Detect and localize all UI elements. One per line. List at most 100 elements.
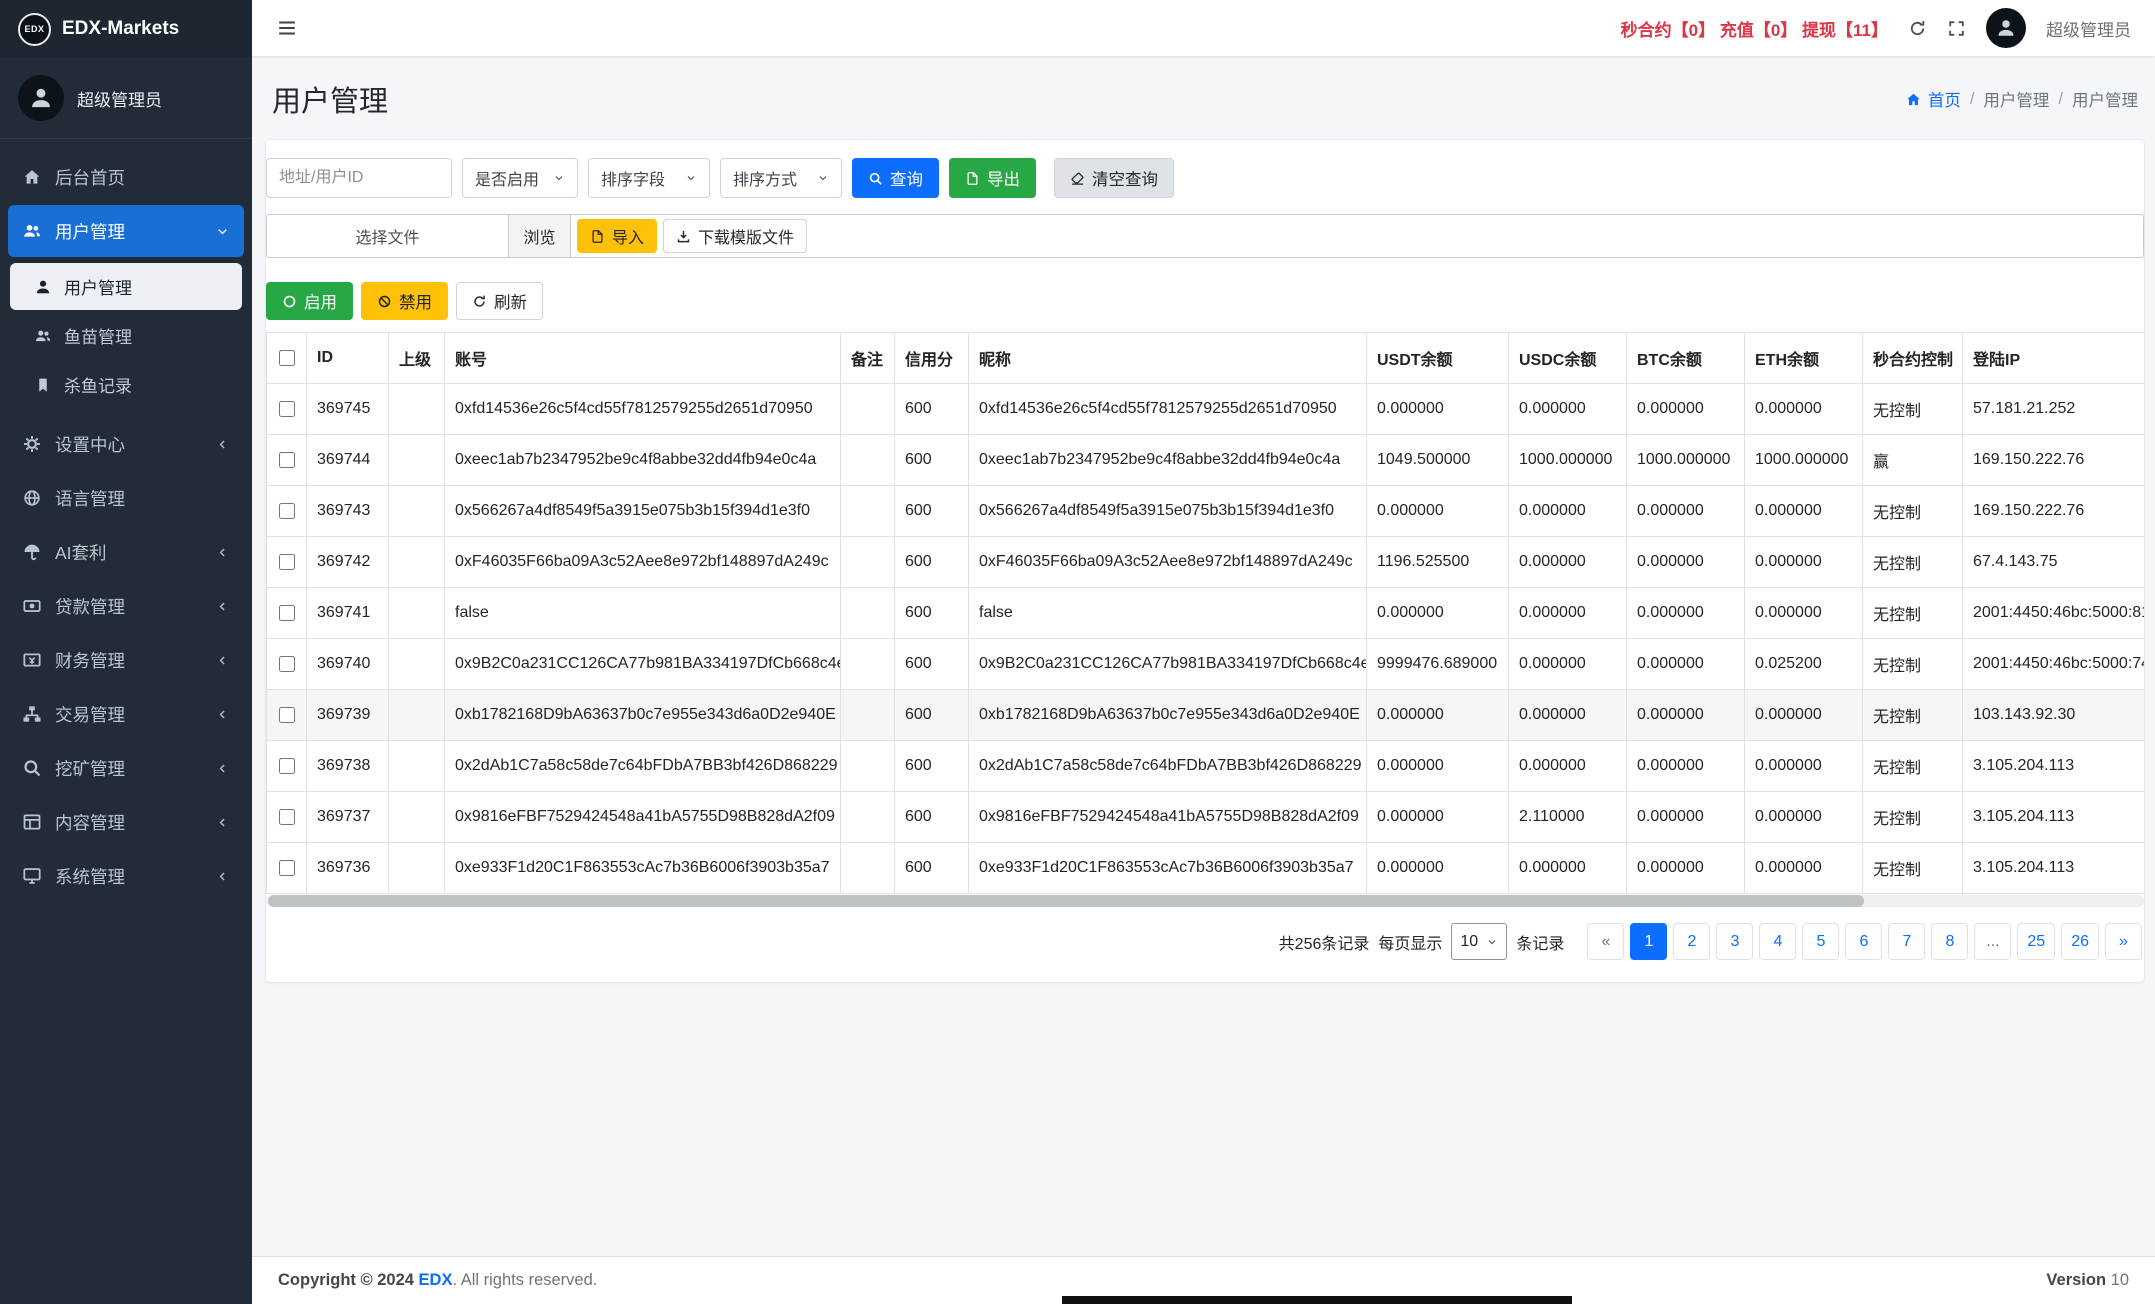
cell-usdt: 1196.525500 xyxy=(1367,537,1509,588)
cell-note xyxy=(841,741,895,792)
sidebar-item-user-management[interactable]: 用户管理 xyxy=(8,205,244,257)
sidebar-item-trade-management[interactable]: 交易管理 xyxy=(8,688,244,740)
cell-btc: 0.000000 xyxy=(1627,741,1745,792)
records-total: 共256条记录 xyxy=(1279,930,1370,954)
sidebar-item-content-management[interactable]: 内容管理 xyxy=(8,796,244,848)
row-select-cell xyxy=(267,486,307,537)
enable-button[interactable]: 启用 xyxy=(266,282,353,320)
row-checkbox[interactable] xyxy=(279,656,295,672)
query-button[interactable]: 查询 xyxy=(852,158,939,198)
per-page-select[interactable]: 10 xyxy=(1451,923,1507,960)
user-table: ID上级账号备注信用分昵称USDT余额USDC余额BTC余额ETH余额秒合约控制… xyxy=(266,332,2144,894)
horizontal-scrollbar-thumb[interactable] xyxy=(268,895,1864,907)
cell-usdc: 1000.000000 xyxy=(1509,435,1627,486)
disable-button[interactable]: 禁用 xyxy=(361,282,448,320)
column-header-0: ID xyxy=(307,333,389,384)
sidebar-item-mining-management[interactable]: 挖矿管理 xyxy=(8,742,244,794)
sidebar-item-finance-management[interactable]: 财务管理 xyxy=(8,634,244,686)
cell-account: 0x9B2C0a231CC126CA77b981BA334197DfCb668c… xyxy=(445,639,841,690)
table-row: 3697370x9816eFBF7529424548a41bA5755D98B8… xyxy=(267,792,2145,843)
sidebar-item-loan-management[interactable]: 贷款管理 xyxy=(8,580,244,632)
row-checkbox[interactable] xyxy=(279,503,295,519)
row-checkbox[interactable] xyxy=(279,605,295,621)
row-checkbox[interactable] xyxy=(279,452,295,468)
row-checkbox[interactable] xyxy=(279,758,295,774)
import-button[interactable]: 导入 xyxy=(577,219,657,253)
page-button-25[interactable]: 25 xyxy=(2017,923,2055,960)
cell-nickname: false xyxy=(969,588,1367,639)
row-checkbox[interactable] xyxy=(279,554,295,570)
refresh-icon xyxy=(1908,19,1927,38)
cell-control: 无控制 xyxy=(1863,690,1963,741)
page-button-4[interactable]: 4 xyxy=(1759,923,1796,960)
cell-eth: 0.000000 xyxy=(1745,588,1863,639)
sidebar-item-ai-arbitrage[interactable]: AI套利 xyxy=(8,526,244,578)
horizontal-scrollbar[interactable] xyxy=(266,895,2144,907)
column-header-6: USDT余额 xyxy=(1367,333,1509,384)
enabled-select-value: 是否启用 xyxy=(475,166,539,190)
page-button-26[interactable]: 26 xyxy=(2061,923,2099,960)
search-input[interactable] xyxy=(266,158,452,198)
cell-ip: 3.105.204.113 xyxy=(1963,843,2145,894)
page-button-3[interactable]: 3 xyxy=(1716,923,1753,960)
row-checkbox[interactable] xyxy=(279,707,295,723)
breadcrumb-home-link[interactable]: 首页 xyxy=(1905,87,1961,111)
breadcrumb-separator: / xyxy=(2058,90,2063,109)
sidebar-subitem-kill-record[interactable]: 杀鱼记录 xyxy=(10,361,242,408)
cell-account: 0x566267a4df8549f5a3915e075b3b15f394d1e3… xyxy=(445,486,841,537)
enabled-select[interactable]: 是否启用 xyxy=(462,158,578,198)
cell-control: 无控制 xyxy=(1863,486,1963,537)
page-prev-button[interactable]: « xyxy=(1587,923,1624,960)
page-next-button[interactable]: » xyxy=(2105,923,2142,960)
page-title: 用户管理 xyxy=(272,78,388,120)
topbar-refresh-button[interactable] xyxy=(1908,19,1927,38)
fullscreen-button[interactable] xyxy=(1947,19,1966,38)
menu-icon xyxy=(276,17,298,39)
brand-logo: EDX xyxy=(18,13,51,46)
person-icon xyxy=(34,278,52,296)
topbar: 秒合约【0】 充值【0】 提现【11】 超级管理员 xyxy=(252,0,2155,56)
cell-nickname: 0x9B2C0a231CC126CA77b981BA334197DfCb668c… xyxy=(969,639,1367,690)
per-page-suffix: 条记录 xyxy=(1516,930,1564,954)
row-checkbox[interactable] xyxy=(279,401,295,417)
browse-button[interactable]: 浏览 xyxy=(509,215,571,257)
page-button-1[interactable]: 1 xyxy=(1630,923,1667,960)
content: 用户管理 首页 / 用户管理 / 用户管理 是否启用 排序 xyxy=(252,56,2155,1256)
download-icon xyxy=(676,229,691,244)
disable-button-label: 禁用 xyxy=(399,289,432,313)
sidebar-avatar xyxy=(18,75,64,121)
page-button-5[interactable]: 5 xyxy=(1802,923,1839,960)
file-select-box[interactable]: 选择文件 xyxy=(267,215,509,257)
row-checkbox[interactable] xyxy=(279,809,295,825)
footer-brand-link[interactable]: EDX xyxy=(419,1271,453,1289)
sidebar-item-language-management[interactable]: 语言管理 xyxy=(8,472,244,524)
sidebar-subitem-user-management[interactable]: 用户管理 xyxy=(10,263,242,310)
page-button-8[interactable]: 8 xyxy=(1931,923,1968,960)
row-checkbox[interactable] xyxy=(279,860,295,876)
select-all-checkbox[interactable] xyxy=(279,350,295,366)
page-button-2[interactable]: 2 xyxy=(1673,923,1710,960)
brand[interactable]: EDX EDX-Markets xyxy=(0,0,252,58)
sidebar-item-settings-center[interactable]: 设置中心 xyxy=(8,418,244,470)
menu-toggle-button[interactable] xyxy=(276,17,298,39)
page-button-6[interactable]: 6 xyxy=(1845,923,1882,960)
export-button[interactable]: 导出 xyxy=(949,158,1036,198)
refresh-button[interactable]: 刷新 xyxy=(456,282,543,320)
cell-btc: 0.000000 xyxy=(1627,486,1745,537)
footer-version-label: Version xyxy=(2046,1271,2106,1289)
sort-order-select[interactable]: 排序方式 xyxy=(720,158,842,198)
cell-ip: 3.105.204.113 xyxy=(1963,792,2145,843)
topbar-avatar[interactable] xyxy=(1986,8,2026,48)
sidebar-subitem-fry-management[interactable]: 鱼苗管理 xyxy=(10,312,242,359)
cell-account: 0xfd14536e26c5f4cd55f7812579255d2651d709… xyxy=(445,384,841,435)
sidebar-item-system-management[interactable]: 系统管理 xyxy=(8,850,244,902)
table-row: 369741false600false0.0000000.0000000.000… xyxy=(267,588,2145,639)
sidebar-item-backend-home[interactable]: 后台首页 xyxy=(8,151,244,203)
cell-account: 0xe933F1d20C1F863553cAc7b36B6006f3903b35… xyxy=(445,843,841,894)
cell-usdt: 0.000000 xyxy=(1367,384,1509,435)
page-button-7[interactable]: 7 xyxy=(1888,923,1925,960)
table-row: 3697420xF46035F66ba09A3c52Aee8e972bf1488… xyxy=(267,537,2145,588)
sort-field-select[interactable]: 排序字段 xyxy=(588,158,710,198)
clear-query-button[interactable]: 清空查询 xyxy=(1054,158,1174,198)
download-template-button[interactable]: 下载模版文件 xyxy=(663,219,807,253)
